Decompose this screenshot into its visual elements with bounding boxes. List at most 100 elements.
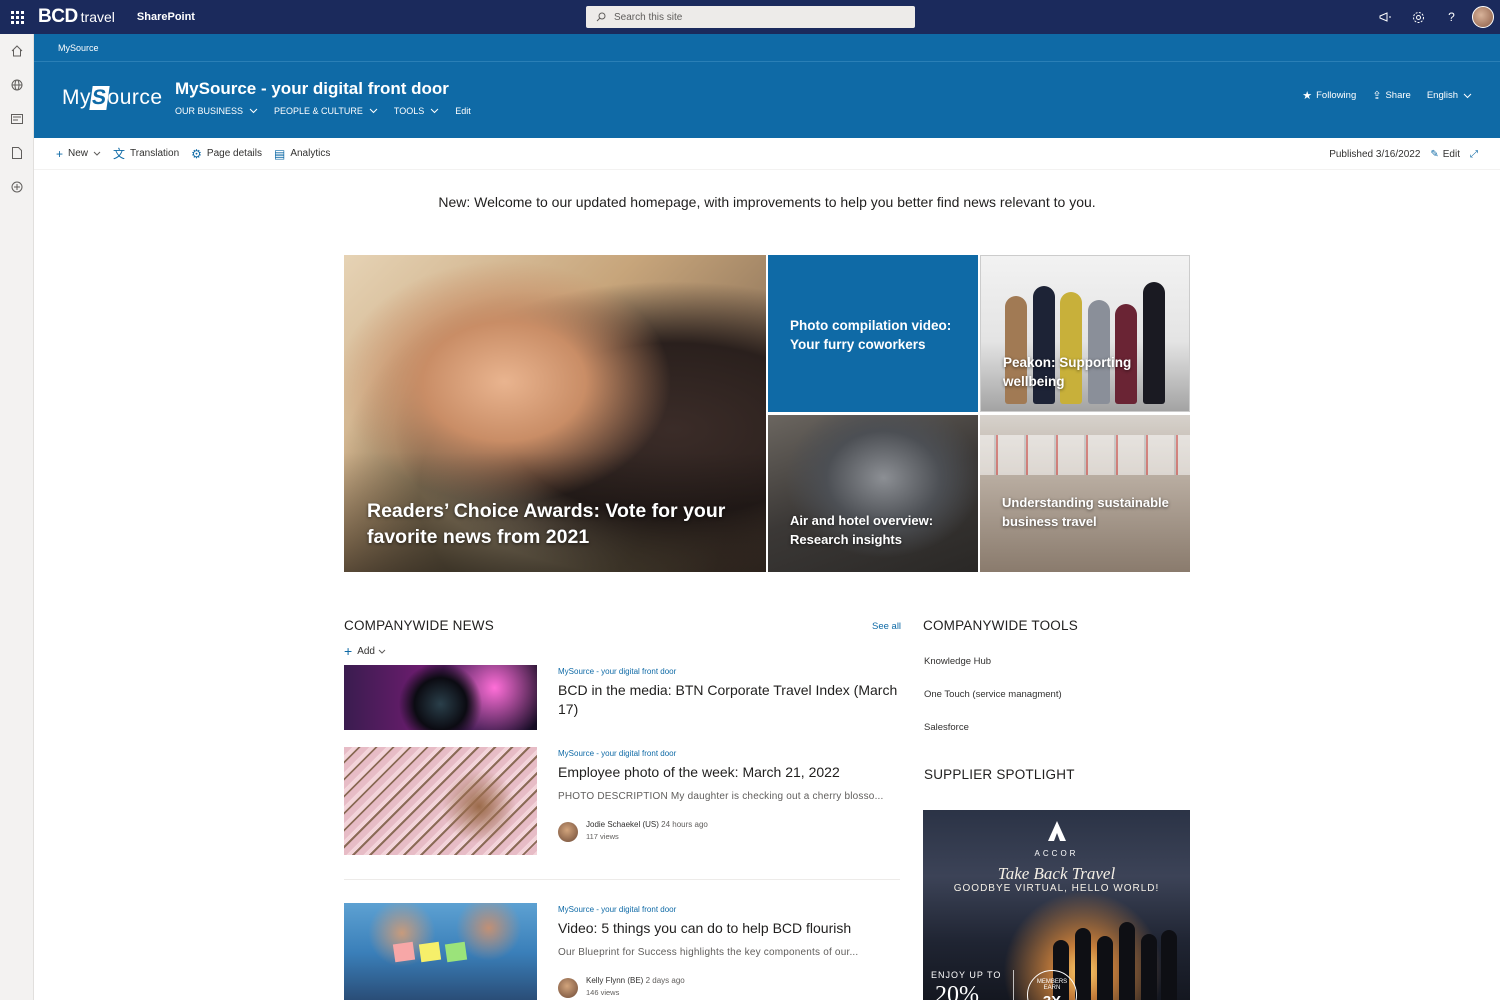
hero-tile-title: Understanding sustainable business trave… (1002, 495, 1169, 529)
nav-item-tools[interactable]: TOOLS (394, 106, 439, 116)
nav-edit-link[interactable]: Edit (455, 106, 471, 116)
tool-link-knowledge-hub[interactable]: Knowledge Hub (924, 656, 1164, 689)
hero-tile-main[interactable]: Readers’ Choice Awards: Vote for your fa… (344, 255, 766, 572)
news-title[interactable]: Video: 5 things you can do to help BCD f… (558, 919, 900, 938)
suite-bar: BCD travel SharePoint Search this site ? (0, 0, 1500, 34)
ad-tagline: Take Back Travel (997, 864, 1116, 883)
translation-button[interactable]: 文 Translation (113, 145, 179, 162)
news-heading: COMPANYWIDE NEWS (344, 618, 494, 633)
news-thumbnail[interactable] (344, 903, 537, 1000)
brand-logo[interactable]: BCD travel (38, 6, 115, 28)
pencil-icon: ✎ (1430, 148, 1439, 160)
news-description: Our Blueprint for Success highlights the… (558, 947, 859, 958)
language-selector[interactable]: English (1427, 90, 1472, 101)
document-icon[interactable] (0, 136, 34, 170)
share-button[interactable]: ⇪ Share (1372, 89, 1411, 102)
site-header: MySource MySource - your digital front d… (34, 62, 1500, 138)
news-description: PHOTO DESCRIPTION My daughter is checkin… (558, 791, 884, 802)
following-button[interactable]: ★ Following (1302, 89, 1356, 102)
add-news-button[interactable]: + Add (344, 643, 386, 659)
chevron-down-icon (430, 108, 439, 114)
news-icon[interactable] (0, 102, 34, 136)
welcome-banner: New: Welcome to our updated homepage, wi… (438, 194, 1096, 210)
author-avatar (558, 978, 578, 998)
news-item[interactable]: MySource - your digital front door BCD i… (344, 665, 900, 731)
plus-icon: + (344, 643, 353, 659)
new-button[interactable]: + New (56, 147, 101, 161)
hero-tile-title: Air and hotel overview: Research insight… (790, 513, 934, 547)
accor-logo-icon (1047, 821, 1066, 841)
home-icon[interactable] (0, 34, 34, 68)
app-name[interactable]: SharePoint (137, 11, 195, 23)
avatar[interactable] (1472, 6, 1494, 28)
share-icon: ⇪ (1372, 90, 1382, 102)
author-name[interactable]: Kelly Flynn (BE) (586, 976, 643, 985)
news-time: 2 days ago (645, 976, 685, 985)
nav-item-our-business[interactable]: OUR BUSINESS (175, 106, 258, 116)
gear-icon[interactable] (1402, 0, 1435, 34)
command-bar: + New 文 Translation ⚙ Page details ▤ Analyti… (34, 138, 1500, 170)
news-views: 117 views (586, 832, 619, 841)
spotlight-heading: SUPPLIER SPOTLIGHT (924, 767, 1075, 782)
megaphone-icon[interactable] (1369, 0, 1402, 34)
chevron-down-icon (1463, 93, 1472, 98)
analytics-icon: ▤ (273, 146, 286, 161)
hub-name-link[interactable]: MySource (58, 43, 99, 53)
nav-item-people-culture[interactable]: PEOPLE & CULTURE (274, 106, 378, 116)
app-launcher-icon[interactable] (0, 0, 34, 34)
news-source[interactable]: MySource - your digital front door (558, 667, 900, 676)
news-source[interactable]: MySource - your digital front door (558, 905, 900, 914)
hero-web-part: Readers’ Choice Awards: Vote for your fa… (344, 255, 1190, 572)
hero-tile-peakon[interactable]: Peakon: Supporting wellbeing (980, 255, 1190, 412)
hero-tile-title: Photo compilation video: Your furry cowo… (790, 318, 952, 352)
news-title[interactable]: Employee photo of the week: March 21, 20… (558, 763, 900, 782)
left-rail (0, 34, 34, 1000)
add-circle-icon[interactable] (0, 170, 34, 204)
see-all-link[interactable]: See all (872, 621, 901, 632)
tools-list: Knowledge Hub One Touch (service managme… (924, 656, 1164, 731)
news-time: 24 hours ago (661, 820, 708, 829)
site-navigation: OUR BUSINESS PEOPLE & CULTURE TOOLS Edit (175, 106, 487, 116)
chevron-down-icon (378, 649, 386, 654)
gear-icon: ⚙ (191, 146, 202, 161)
ad-brand: ACCOR (1034, 849, 1079, 858)
expand-icon[interactable]: ⤢ (1470, 149, 1478, 160)
hero-tile-title: Peakon: Supporting wellbeing (1003, 355, 1132, 389)
tool-link-salesforce[interactable]: Salesforce (924, 722, 1164, 731)
search-input[interactable]: Search this site (586, 6, 915, 28)
tool-link-one-touch[interactable]: One Touch (service managment) (924, 689, 1164, 722)
hero-tile-title: Readers’ Choice Awards: Vote for your fa… (367, 500, 726, 548)
news-source[interactable]: MySource - your digital front door (558, 749, 900, 758)
author-name[interactable]: Jodie Schaekel (US) (586, 820, 659, 829)
star-icon: ★ (1302, 90, 1313, 102)
ad-percent: 20% (935, 982, 979, 1000)
edit-button[interactable]: ✎ Edit (1430, 149, 1460, 160)
chevron-down-icon (369, 108, 378, 114)
tools-heading: COMPANYWIDE TOOLS (923, 618, 1078, 633)
analytics-button[interactable]: ▤ Analytics (274, 147, 330, 161)
page-details-button[interactable]: ⚙ Page details (191, 147, 262, 161)
site-logo[interactable]: MySource (62, 86, 163, 110)
author-avatar (558, 822, 578, 842)
divider (344, 879, 900, 880)
supplier-ad-banner[interactable]: ACCOR Take Back Travel GOODBYE VIRTUAL, … (923, 810, 1190, 1000)
chevron-down-icon (93, 151, 101, 156)
hero-tile-video[interactable]: Photo compilation video: Your furry cowo… (768, 255, 978, 412)
hub-navigation: MySource (34, 34, 1500, 62)
help-icon[interactable]: ? (1435, 0, 1468, 34)
news-thumbnail[interactable] (344, 747, 537, 855)
hero-tile-research[interactable]: Air and hotel overview: Research insight… (768, 415, 978, 572)
plus-icon: + (56, 146, 64, 161)
news-title[interactable]: BCD in the media: BTN Corporate Travel I… (558, 681, 900, 719)
globe-icon[interactable] (0, 68, 34, 102)
ad-subtitle: GOODBYE VIRTUAL, HELLO WORLD! (953, 883, 1160, 894)
news-item[interactable]: MySource - your digital front door Emplo… (344, 747, 900, 857)
news-item[interactable]: MySource - your digital front door Video… (344, 903, 900, 1000)
search-placeholder: Search this site (614, 11, 683, 23)
hero-tile-sustainable[interactable]: Understanding sustainable business trave… (980, 415, 1190, 572)
site-title[interactable]: MySource - your digital front door (175, 79, 449, 99)
news-views: 146 views (586, 988, 620, 997)
chevron-down-icon (249, 108, 258, 114)
news-thumbnail[interactable] (344, 665, 537, 730)
published-status: Published 3/16/2022 (1329, 148, 1421, 160)
